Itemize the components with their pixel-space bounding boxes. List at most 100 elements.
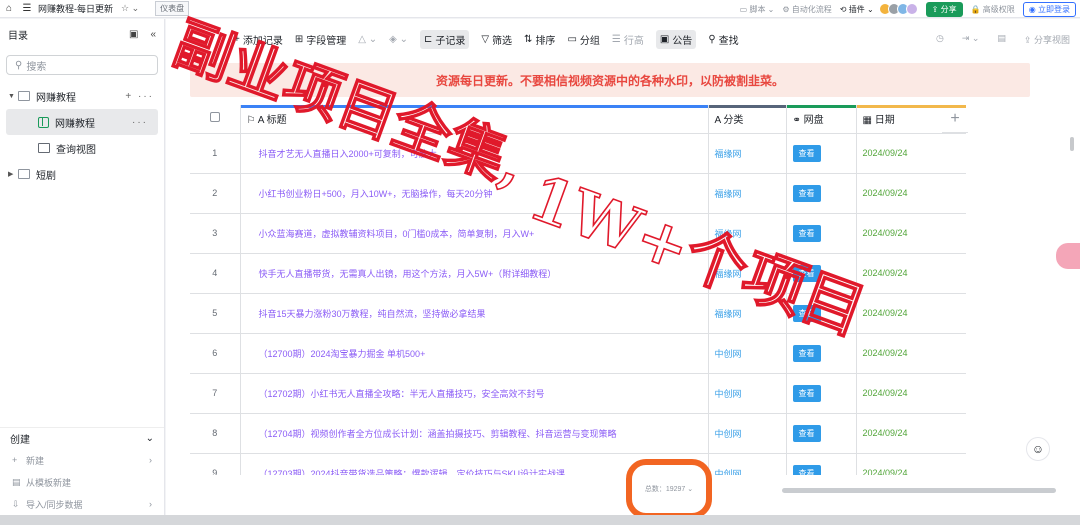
export-icon[interactable]: ⇥ ⌄ bbox=[962, 33, 980, 46]
side-float-tab[interactable] bbox=[1056, 243, 1080, 269]
row-height-button[interactable]: ☰ 行高 bbox=[612, 32, 644, 47]
view-button[interactable]: 查看 bbox=[792, 144, 821, 162]
view-style-button[interactable]: △ ⌄ bbox=[358, 34, 377, 45]
collaborator-avatars[interactable] bbox=[878, 3, 918, 15]
dashboard-tab[interactable]: 仪表盘 bbox=[155, 1, 190, 16]
view-button[interactable]: 查看 bbox=[792, 304, 821, 322]
row-index[interactable]: 1 bbox=[190, 133, 241, 174]
horizontal-scrollbar[interactable] bbox=[782, 488, 1056, 493]
collapse-sidebar-icon[interactable]: « bbox=[150, 29, 156, 40]
table-row[interactable]: 9 （12703期）2024抖音带货选品策略：爆款逻辑、定价技巧与SKU设计实战课… bbox=[190, 453, 966, 475]
color-button[interactable]: ◈ ⌄ bbox=[389, 34, 408, 45]
cell-date[interactable]: 2024/09/24 bbox=[856, 253, 966, 294]
plugin-button[interactable]: ⟲ 插件 ⌄ bbox=[840, 4, 874, 15]
cell-date[interactable]: 2024/09/24 bbox=[856, 293, 966, 334]
sort-button[interactable]: ⇅ 排序 bbox=[524, 32, 555, 47]
cell-pan[interactable]: 查看 bbox=[786, 173, 857, 214]
table-row[interactable]: 1 抖音才艺无人直播日入2000+可复制，可放大 福缘网 查看 2024/09/24 bbox=[190, 133, 966, 174]
cell-date[interactable]: 2024/09/24 bbox=[856, 133, 966, 174]
cell-date[interactable]: 2024/09/24 bbox=[856, 173, 966, 214]
cell-pan[interactable]: 查看 bbox=[786, 293, 857, 334]
cell-pan[interactable]: 查看 bbox=[786, 413, 857, 454]
cell-category[interactable]: 中创网 bbox=[708, 413, 787, 454]
automation-button[interactable]: ⚙ 自动化流程 bbox=[782, 4, 831, 15]
select-all-checkbox-header[interactable] bbox=[190, 105, 241, 134]
cell-category[interactable]: 中创网 bbox=[708, 453, 787, 475]
view-button[interactable]: 查看 bbox=[792, 464, 821, 475]
table-row[interactable]: 2 小红书创业粉日+500，月入10W+，无脑操作，每天20分钟 福缘网 查看 2024… bbox=[190, 173, 966, 214]
table-row[interactable]: 5 抖音15天暴力涨粉30万教程，纯自然流，坚持做必拿结果 福缘网 查看 2024/09… bbox=[190, 293, 966, 334]
cell-title[interactable]: 小众蓝海赛道，虚拟教辅资料项目，0门槛0成本，简单复制，月入W+ bbox=[240, 213, 709, 254]
tree-item-short-drama[interactable]: ▶ 短剧 bbox=[0, 161, 164, 187]
row-index[interactable]: 9 bbox=[190, 453, 241, 475]
table-row[interactable]: 4 快手无人直播带货，无需真人出镜，用这个方法，月入5W+（附详细教程） 福缘网 查看… bbox=[190, 253, 966, 294]
cell-pan[interactable]: 查看 bbox=[786, 133, 857, 174]
new-button[interactable]: + 新建 › bbox=[0, 449, 164, 471]
view-button[interactable]: 查看 bbox=[792, 384, 821, 402]
script-button[interactable]: ▭ 脚本 ⌄ bbox=[740, 4, 775, 15]
view-button[interactable]: 查看 bbox=[792, 184, 821, 202]
cell-pan[interactable]: 查看 bbox=[786, 333, 857, 374]
star-icon[interactable]: ☆ ⌄ bbox=[121, 3, 139, 14]
menu-icon[interactable]: ☰ bbox=[18, 3, 36, 14]
sub-record-button[interactable]: ⊏ 子记录 bbox=[419, 29, 470, 49]
add-column-button[interactable]: + bbox=[942, 105, 968, 133]
vertical-scrollbar[interactable] bbox=[1070, 137, 1074, 151]
view-button[interactable]: 查看 bbox=[792, 264, 821, 282]
add-more-icons[interactable]: + ··· bbox=[125, 91, 154, 102]
cell-title[interactable]: 抖音15天暴力涨粉30万教程，纯自然流，坚持做必拿结果 bbox=[240, 293, 709, 334]
cell-pan[interactable]: 查看 bbox=[786, 253, 857, 294]
share-button[interactable]: ⇪ 分享 bbox=[925, 1, 963, 17]
field-management-button[interactable]: ⊞ 字段管理 bbox=[295, 32, 346, 47]
table-row[interactable]: 7 （12702期）小红书无人直播全攻略：半无人直播技巧，安全高效不封号 中创网 查看… bbox=[190, 373, 966, 414]
cell-date[interactable]: 2024/09/24 bbox=[856, 453, 966, 475]
cell-category[interactable]: 中创网 bbox=[708, 373, 787, 414]
home-icon[interactable]: ⌂ bbox=[0, 3, 18, 14]
cell-date[interactable]: 2024/09/24 bbox=[856, 213, 966, 254]
cell-title[interactable]: 抖音才艺无人直播日入2000+可复制，可放大 bbox=[240, 133, 709, 174]
clipboard-icon[interactable]: ▤ bbox=[997, 33, 1006, 46]
row-index[interactable]: 7 bbox=[190, 373, 241, 414]
cell-title[interactable]: （12702期）小红书无人直播全攻略：半无人直播技巧，安全高效不封号 bbox=[240, 373, 709, 414]
cell-title[interactable]: 快手无人直播带货，无需真人出镜，用这个方法，月入5W+（附详细教程） bbox=[240, 253, 709, 294]
doc-title[interactable]: 网赚教程-每日更新 bbox=[38, 2, 113, 15]
login-button[interactable]: ◉ 立即登录 bbox=[1022, 1, 1076, 17]
cell-title[interactable]: 小红书创业粉日+500，月入10W+，无脑操作，每天20分钟 bbox=[240, 173, 709, 214]
advanced-permission-button[interactable]: 🔒 高级权限 bbox=[971, 4, 1015, 15]
save-icon[interactable]: ▣ bbox=[129, 29, 138, 40]
table-row[interactable]: 3 小众蓝海赛道，虚拟教辅资料项目，0门槛0成本，简单复制，月入W+ 福缘网 查看 20… bbox=[190, 213, 966, 254]
cell-category[interactable]: 福缘网 bbox=[708, 253, 787, 294]
column-header-title[interactable]: ⚐ A 标题 bbox=[240, 105, 709, 134]
cell-pan[interactable]: 查看 bbox=[786, 453, 857, 475]
history-icon[interactable]: ◷ bbox=[936, 33, 944, 46]
row-index[interactable]: 5 bbox=[190, 293, 241, 334]
add-record-button[interactable]: + 添加记录 bbox=[234, 32, 283, 47]
record-count[interactable]: 总数：19297 ⌄ bbox=[626, 459, 712, 519]
view-button[interactable]: 查看 bbox=[792, 224, 821, 242]
cell-title[interactable]: （12700期）2024淘宝暴力掘金 单机500+ bbox=[240, 333, 709, 374]
filter-button[interactable]: ▽ 筛选 bbox=[481, 32, 512, 47]
row-index[interactable]: 4 bbox=[190, 253, 241, 294]
cell-pan[interactable]: 查看 bbox=[786, 373, 857, 414]
create-header[interactable]: 创建 ⌄ bbox=[0, 427, 164, 449]
cell-category[interactable]: 福缘网 bbox=[708, 133, 787, 174]
more-icon[interactable]: ··· bbox=[132, 117, 148, 128]
table-row[interactable]: 6 （12700期）2024淘宝暴力掘金 单机500+ 中创网 查看 2024/09/2… bbox=[190, 333, 966, 374]
expand-arrow-icon[interactable]: ▶ bbox=[8, 170, 18, 178]
cell-pan[interactable]: 查看 bbox=[786, 213, 857, 254]
view-button[interactable]: 查看 bbox=[792, 424, 821, 442]
table-row[interactable]: 8 （12704期）视频创作者全方位成长计划：涵盖拍摄技巧、剪辑教程、抖音运营与变… bbox=[190, 413, 966, 454]
assistant-icon[interactable]: ☺ bbox=[1026, 437, 1050, 461]
cell-category[interactable]: 福缘网 bbox=[708, 213, 787, 254]
column-header-pan[interactable]: ⚭ 网盘 bbox=[786, 105, 857, 134]
cell-category[interactable]: 福缘网 bbox=[708, 293, 787, 334]
view-button[interactable]: 查看 bbox=[792, 344, 821, 362]
tree-item-wangzhuan-folder[interactable]: ▼ 网赚教程 + ··· bbox=[0, 83, 164, 109]
row-index[interactable]: 6 bbox=[190, 333, 241, 374]
cell-title[interactable]: （12704期）视频创作者全方位成长计划：涵盖拍摄技巧、剪辑教程、抖音运营与变现… bbox=[240, 413, 709, 454]
sidebar-search-input[interactable]: ⚲ 搜索 bbox=[6, 55, 158, 75]
cell-date[interactable]: 2024/09/24 bbox=[856, 333, 966, 374]
share-view-button[interactable]: ⇪ 分享视图 bbox=[1024, 33, 1070, 46]
tree-item-wangzhuan-table[interactable]: 网赚教程 ··· bbox=[6, 109, 158, 135]
notice-button[interactable]: ▣ 公告 bbox=[655, 29, 697, 49]
